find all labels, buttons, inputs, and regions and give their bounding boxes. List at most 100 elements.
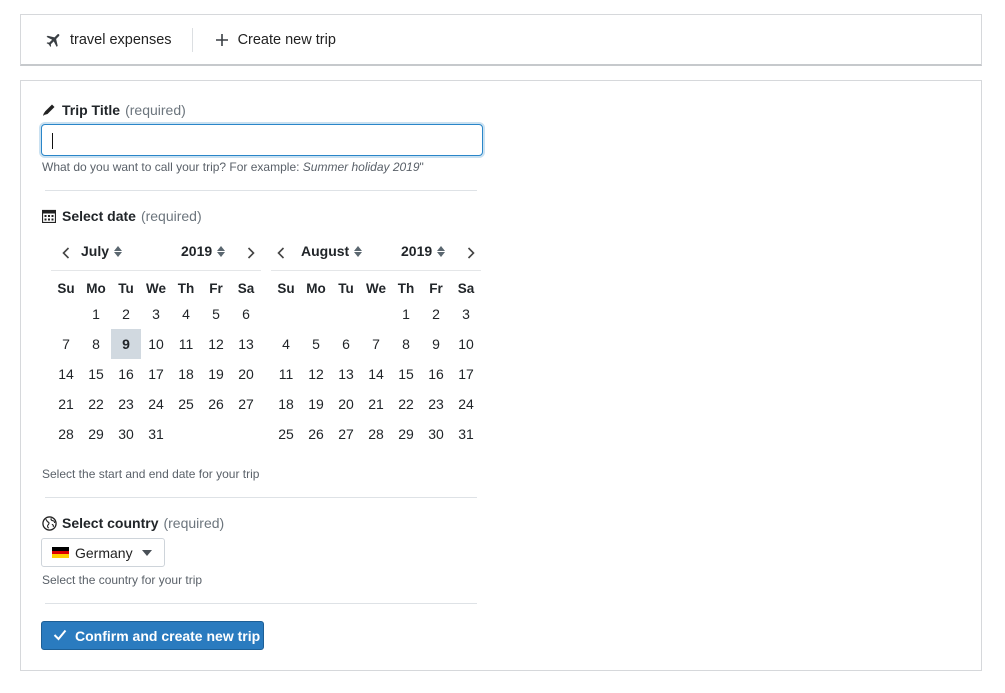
day-cell[interactable]: 7 [51, 329, 81, 359]
day-cell[interactable]: 23 [111, 389, 141, 419]
day-cell[interactable]: 12 [301, 359, 331, 389]
day-cell[interactable]: 9 [111, 329, 141, 359]
day-cell[interactable]: 29 [391, 419, 421, 449]
day-cell[interactable]: 5 [201, 299, 231, 329]
day-cell[interactable]: 6 [331, 329, 361, 359]
day-cell[interactable]: 3 [451, 299, 481, 329]
trip-title-help-suffix: " [419, 160, 424, 174]
month-select[interactable]: July [81, 243, 123, 259]
day-cell[interactable]: 7 [361, 329, 391, 359]
day-cell[interactable]: 18 [271, 389, 301, 419]
day-cell[interactable]: 8 [81, 329, 111, 359]
country-select[interactable]: Germany [41, 538, 165, 567]
day-cell[interactable]: 17 [451, 359, 481, 389]
weekday-label: Sa [457, 281, 475, 296]
day-cell[interactable]: 12 [201, 329, 231, 359]
weekday-label: We [145, 281, 166, 296]
text-cursor [52, 133, 53, 149]
day-cell[interactable]: 22 [391, 389, 421, 419]
trip-title-label-text: Trip Title [62, 102, 121, 118]
next-month-icon[interactable] [244, 244, 258, 262]
day-cell[interactable]: 24 [141, 389, 171, 419]
day-cell[interactable]: 8 [391, 329, 421, 359]
day-cell[interactable]: 30 [111, 419, 141, 449]
day-cell[interactable]: 1 [391, 299, 421, 329]
day-cell[interactable]: 19 [301, 389, 331, 419]
select-date-help: Select the start and end date for your t… [42, 467, 260, 481]
day-cell[interactable]: 5 [301, 329, 331, 359]
weekday-label: We [365, 281, 386, 296]
day-cell[interactable]: 20 [231, 359, 261, 389]
day-cell[interactable]: 29 [81, 419, 111, 449]
day-cell[interactable]: 14 [361, 359, 391, 389]
confirm-button[interactable]: Confirm and create new trip [41, 621, 264, 650]
day-cell[interactable]: 22 [81, 389, 111, 419]
next-month-icon[interactable] [464, 244, 478, 262]
year-select[interactable]: 2019 [181, 243, 226, 259]
day-cell[interactable]: 13 [331, 359, 361, 389]
nav-brand[interactable]: travel expenses [21, 15, 172, 64]
day-cell[interactable]: 2 [111, 299, 141, 329]
prev-month-icon[interactable] [274, 244, 288, 262]
weekday-label: Th [397, 281, 415, 296]
plus-icon [213, 31, 231, 49]
day-cell[interactable]: 26 [201, 389, 231, 419]
calendar-july: July 2019 Su Mo Tu We Th Fr Sa 1 2 3 4 5 6 7 8 9 10 11 12… [51, 235, 261, 449]
day-cell[interactable]: 13 [231, 329, 261, 359]
select-date-required: (required) [140, 208, 202, 224]
day-cell[interactable]: 2 [421, 299, 451, 329]
weekday-label: Su [57, 281, 75, 296]
day-cell[interactable]: 9 [421, 329, 451, 359]
trip-title-required: (required) [125, 102, 186, 118]
day-cell[interactable]: 15 [391, 359, 421, 389]
caret-down-icon [142, 550, 152, 556]
calendar-icon [42, 209, 57, 224]
prev-month-icon[interactable] [59, 244, 73, 262]
day-cell[interactable]: 25 [171, 389, 201, 419]
confirm-button-label: Confirm and create new trip [75, 627, 261, 644]
day-cell[interactable]: 4 [271, 329, 301, 359]
day-cell[interactable]: 10 [141, 329, 171, 359]
day-cell[interactable]: 11 [271, 359, 301, 389]
day-cell[interactable]: 31 [451, 419, 481, 449]
day-cell[interactable]: 21 [51, 389, 81, 419]
create-trip-link[interactable]: Create new trip [213, 15, 336, 64]
day-cell[interactable]: 23 [421, 389, 451, 419]
day-grid: 1 2 3 4 5 6 7 8 9 10 11 12 13 14 15 16 17 18 19 20 21 22 23 24 2… [51, 299, 261, 449]
month-select[interactable]: August [301, 243, 363, 259]
trip-title-input[interactable] [41, 124, 483, 156]
day-cell[interactable]: 20 [331, 389, 361, 419]
select-date-label-text: Select date [62, 208, 136, 224]
day-cell[interactable]: 18 [171, 359, 201, 389]
day-cell[interactable]: 21 [361, 389, 391, 419]
trip-title-help-example: Summer holiday 2019 [302, 160, 420, 174]
day-cell[interactable]: 6 [231, 299, 261, 329]
day-cell[interactable]: 26 [301, 419, 331, 449]
day-cell[interactable]: 15 [81, 359, 111, 389]
day-cell[interactable]: 4 [171, 299, 201, 329]
day-cell[interactable]: 31 [141, 419, 171, 449]
select-country-required: (required) [163, 515, 225, 531]
weekday-label: Mo [86, 281, 106, 296]
day-cell[interactable]: 28 [361, 419, 391, 449]
day-cell[interactable]: 16 [111, 359, 141, 389]
day-cell[interactable]: 1 [81, 299, 111, 329]
weekday-label: Mo [306, 281, 326, 296]
day-cell[interactable]: 16 [421, 359, 451, 389]
calendar-august: August 2019 Su Mo Tu We Th Fr Sa 1 2 3 4 5 6 7 8 9 10 11… [271, 235, 481, 449]
day-cell[interactable]: 3 [141, 299, 171, 329]
day-cell[interactable]: 19 [201, 359, 231, 389]
day-cell[interactable]: 27 [331, 419, 361, 449]
day-cell[interactable]: 24 [451, 389, 481, 419]
day-cell[interactable]: 17 [141, 359, 171, 389]
day-cell[interactable]: 25 [271, 419, 301, 449]
sort-icon [437, 245, 446, 257]
day-cell[interactable]: 11 [171, 329, 201, 359]
day-cell[interactable]: 10 [451, 329, 481, 359]
empty-day [331, 299, 361, 329]
day-cell[interactable]: 28 [51, 419, 81, 449]
day-cell[interactable]: 27 [231, 389, 261, 419]
day-cell[interactable]: 14 [51, 359, 81, 389]
year-select[interactable]: 2019 [401, 243, 446, 259]
day-cell[interactable]: 30 [421, 419, 451, 449]
